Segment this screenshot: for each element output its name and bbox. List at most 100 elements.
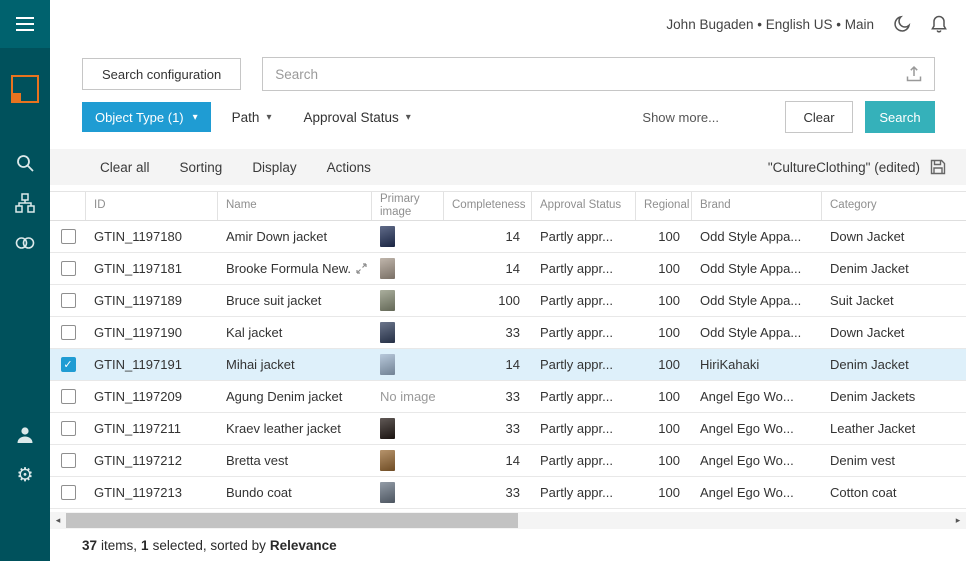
cell-brand: Angel Ego Wo... (692, 381, 822, 412)
cell-regional: 100 (636, 381, 692, 412)
cell-brand: Odd Style Appa... (692, 317, 822, 348)
save-query-button[interactable] (930, 159, 946, 175)
cell-select (50, 477, 86, 508)
table-row[interactable]: GTIN_1197212 Bretta vest 14 Partly appr.… (50, 445, 966, 477)
thumbnail (380, 226, 395, 247)
cell-select (50, 317, 86, 348)
row-checkbox[interactable] (61, 229, 76, 244)
cell-primary-image (372, 317, 444, 348)
search-configuration-button[interactable]: Search configuration (82, 58, 241, 90)
items-label: items, (101, 538, 137, 553)
sorting-button[interactable]: Sorting (180, 160, 223, 175)
search-row: Search configuration (82, 57, 935, 91)
table-header: ID Name Primary image Completeness Appro… (50, 191, 966, 221)
search-box (262, 57, 935, 91)
row-checkbox[interactable] (61, 261, 76, 276)
search-button[interactable]: Search (865, 101, 935, 133)
cell-regional: 100 (636, 221, 692, 252)
cell-completeness: 33 (444, 477, 532, 508)
table-row[interactable]: ✓ GTIN_1197191 Mihai jacket 14 Partly ap… (50, 349, 966, 381)
app-window: ⚙ John Bugaden • English US • Main Searc… (0, 0, 966, 561)
cell-primary-image (372, 285, 444, 316)
sidebar-item-settings[interactable]: ⚙ (0, 455, 50, 495)
hierarchy-icon (15, 193, 35, 213)
column-header-primary-image[interactable]: Primary image (372, 192, 444, 220)
bell-icon (930, 14, 948, 34)
cell-regional: 100 (636, 285, 692, 316)
table-row[interactable]: GTIN_1197211 Kraev leather jacket 33 Par… (50, 413, 966, 445)
object-type-filter-button[interactable]: Object Type (1) ▾ (82, 102, 211, 132)
cell-brand: Odd Style Appa... (692, 253, 822, 284)
sidebar: ⚙ (0, 0, 50, 561)
row-checkbox[interactable] (61, 453, 76, 468)
column-header-approval-status[interactable]: Approval Status (532, 192, 636, 220)
cell-completeness: 100 (444, 285, 532, 316)
row-checkbox[interactable] (61, 325, 76, 340)
scrollbar-thumb[interactable] (66, 513, 518, 528)
cell-regional: 100 (636, 477, 692, 508)
column-header-completeness[interactable]: Completeness (444, 192, 532, 220)
sidebar-item-search[interactable] (0, 143, 50, 183)
export-button[interactable] (905, 65, 923, 83)
cell-brand: Odd Style Appa... (692, 221, 822, 252)
cell-name: Amir Down jacket (218, 221, 372, 252)
chevron-down-icon: ▾ (406, 112, 411, 123)
show-more-link[interactable]: Show more... (642, 110, 719, 125)
sidebar-item-structure[interactable] (0, 183, 50, 223)
clear-button[interactable]: Clear (785, 101, 853, 133)
approval-status-filter-button[interactable]: Approval Status ▾ (292, 102, 421, 132)
cell-id: GTIN_1197189 (86, 285, 218, 316)
cell-completeness: 33 (444, 317, 532, 348)
thumbnail (380, 418, 395, 439)
row-checkbox[interactable]: ✓ (61, 357, 76, 372)
table-row[interactable]: GTIN_1197181 Brooke Formula New. 14 Part… (50, 253, 966, 285)
cell-category: Denim Jacket (822, 253, 966, 284)
row-checkbox[interactable] (61, 293, 76, 308)
scrollbar-track[interactable] (66, 512, 950, 529)
cell-approval-status: Partly appr... (532, 253, 636, 284)
table-row[interactable]: GTIN_1197209 Agung Denim jacket No image… (50, 381, 966, 413)
column-header-id[interactable]: ID (86, 192, 218, 220)
table-row[interactable]: GTIN_1197180 Amir Down jacket 14 Partly … (50, 221, 966, 253)
moon-icon (892, 14, 912, 34)
path-filter-label: Path (232, 110, 260, 125)
row-checkbox[interactable] (61, 389, 76, 404)
save-icon (930, 159, 946, 175)
cell-category: Denim Jackets (822, 381, 966, 412)
cell-select (50, 253, 86, 284)
sidebar-item-links[interactable] (0, 223, 50, 263)
row-checkbox[interactable] (61, 421, 76, 436)
cell-category: Leather Jacket (822, 413, 966, 444)
selected-label: selected, sorted by (153, 538, 266, 553)
cell-category: Down Jacket (822, 221, 966, 252)
scroll-right-arrow[interactable]: ▸ (950, 512, 966, 529)
theme-toggle-button[interactable] (892, 14, 912, 34)
column-header-category[interactable]: Category (822, 192, 966, 220)
cell-completeness: 33 (444, 413, 532, 444)
column-header-regional[interactable]: Regional (636, 192, 692, 220)
cell-primary-image (372, 445, 444, 476)
search-input[interactable] (263, 67, 905, 82)
actions-button[interactable]: Actions (327, 160, 371, 175)
sidebar-item-user[interactable] (0, 415, 50, 455)
display-button[interactable]: Display (252, 160, 296, 175)
row-checkbox[interactable] (61, 485, 76, 500)
scroll-left-arrow[interactable]: ◂ (50, 512, 66, 529)
cell-regional: 100 (636, 253, 692, 284)
link-icon (14, 235, 36, 251)
cell-completeness: 14 (444, 253, 532, 284)
table-row[interactable]: GTIN_1197189 Bruce suit jacket 100 Partl… (50, 285, 966, 317)
column-header-brand[interactable]: Brand (692, 192, 822, 220)
column-header-name[interactable]: Name (218, 192, 372, 220)
clear-all-button[interactable]: Clear all (100, 160, 150, 175)
notifications-button[interactable] (930, 14, 948, 34)
table-row[interactable]: GTIN_1197190 Kal jacket 33 Partly appr..… (50, 317, 966, 349)
cell-regional: 100 (636, 317, 692, 348)
table-row[interactable]: GTIN_1197213 Bundo coat 33 Partly appr..… (50, 477, 966, 509)
cell-approval-status: Partly appr... (532, 349, 636, 380)
cell-completeness: 33 (444, 381, 532, 412)
hamburger-menu-button[interactable] (0, 0, 50, 48)
thumbnail (380, 450, 395, 471)
path-filter-button[interactable]: Path ▾ (221, 102, 283, 132)
sort-value: Relevance (270, 538, 337, 553)
